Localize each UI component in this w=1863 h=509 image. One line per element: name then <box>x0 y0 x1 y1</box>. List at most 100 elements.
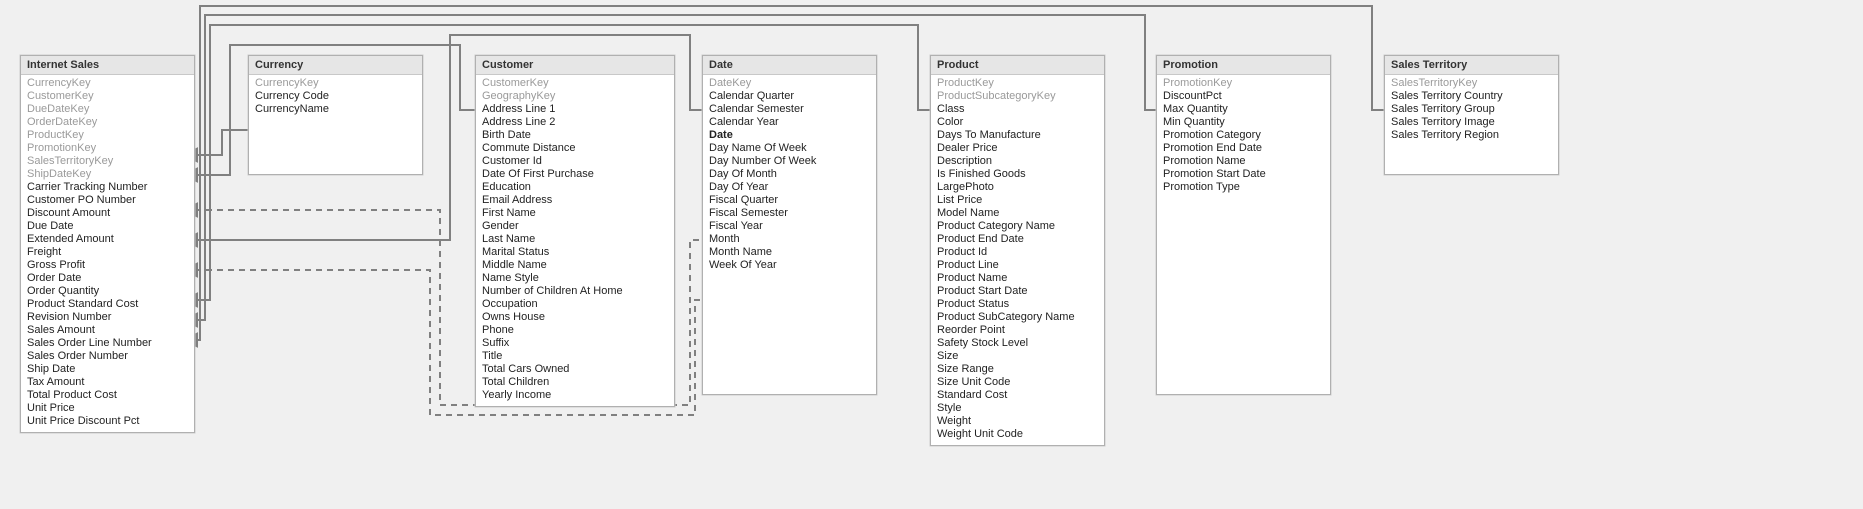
field[interactable]: Middle Name <box>482 259 668 272</box>
field[interactable]: Fiscal Quarter <box>709 194 870 207</box>
field[interactable]: Product End Date <box>937 233 1098 246</box>
field[interactable]: Birth Date <box>482 129 668 142</box>
field[interactable]: Sales Amount <box>27 324 188 337</box>
table-header[interactable]: Sales Territory <box>1385 56 1558 75</box>
field[interactable]: LargePhoto <box>937 181 1098 194</box>
field[interactable]: Total Cars Owned <box>482 363 668 376</box>
field[interactable]: Unit Price <box>27 402 188 415</box>
field[interactable]: Weight <box>937 415 1098 428</box>
field[interactable]: OrderDateKey <box>27 116 188 129</box>
field[interactable]: Carrier Tracking Number <box>27 181 188 194</box>
field[interactable]: Promotion Name <box>1163 155 1324 168</box>
field[interactable]: Suffix <box>482 337 668 350</box>
field[interactable]: Model Name <box>937 207 1098 220</box>
field[interactable]: Marital Status <box>482 246 668 259</box>
field[interactable]: Customer Id <box>482 155 668 168</box>
field[interactable]: Revision Number <box>27 311 188 324</box>
table-product[interactable]: ProductProductKeyProductSubcategoryKeyCl… <box>930 55 1105 446</box>
field[interactable]: Reorder Point <box>937 324 1098 337</box>
field[interactable]: Promotion Start Date <box>1163 168 1324 181</box>
field[interactable]: Product Category Name <box>937 220 1098 233</box>
field[interactable]: First Name <box>482 207 668 220</box>
field[interactable]: Fiscal Year <box>709 220 870 233</box>
field[interactable]: Size Unit Code <box>937 376 1098 389</box>
field[interactable]: DiscountPct <box>1163 90 1324 103</box>
field[interactable]: Currency Code <box>255 90 416 103</box>
field[interactable]: DateKey <box>709 77 870 90</box>
field[interactable]: Ship Date <box>27 363 188 376</box>
field[interactable]: Last Name <box>482 233 668 246</box>
field[interactable]: List Price <box>937 194 1098 207</box>
field[interactable]: SalesTerritoryKey <box>27 155 188 168</box>
field[interactable]: Address Line 2 <box>482 116 668 129</box>
field[interactable]: ProductKey <box>27 129 188 142</box>
field[interactable]: Product Name <box>937 272 1098 285</box>
table-promotion[interactable]: PromotionPromotionKeyDiscountPctMax Quan… <box>1156 55 1331 395</box>
field[interactable]: Size <box>937 350 1098 363</box>
field[interactable]: Day Of Month <box>709 168 870 181</box>
field[interactable]: Description <box>937 155 1098 168</box>
field[interactable]: Safety Stock Level <box>937 337 1098 350</box>
field[interactable]: Address Line 1 <box>482 103 668 116</box>
field[interactable]: Customer PO Number <box>27 194 188 207</box>
field[interactable]: Calendar Semester <box>709 103 870 116</box>
field[interactable]: PromotionKey <box>1163 77 1324 90</box>
field[interactable]: Date Of First Purchase <box>482 168 668 181</box>
field[interactable]: Email Address <box>482 194 668 207</box>
field[interactable]: Date <box>709 129 870 142</box>
table-internet_sales[interactable]: Internet SalesCurrencyKeyCustomerKeyDueD… <box>20 55 195 433</box>
field[interactable]: Day Number Of Week <box>709 155 870 168</box>
field[interactable]: Promotion Type <box>1163 181 1324 194</box>
field[interactable]: PromotionKey <box>27 142 188 155</box>
field[interactable]: Number of Children At Home <box>482 285 668 298</box>
field[interactable]: Phone <box>482 324 668 337</box>
field[interactable]: Commute Distance <box>482 142 668 155</box>
field[interactable]: Order Date <box>27 272 188 285</box>
field[interactable]: ShipDateKey <box>27 168 188 181</box>
field[interactable]: Fiscal Semester <box>709 207 870 220</box>
field[interactable]: DueDateKey <box>27 103 188 116</box>
field[interactable]: Day Of Year <box>709 181 870 194</box>
field[interactable]: Sales Territory Group <box>1391 103 1552 116</box>
table-header[interactable]: Internet Sales <box>21 56 194 75</box>
table-customer[interactable]: CustomerCustomerKeyGeographyKeyAddress L… <box>475 55 675 407</box>
field[interactable]: Sales Order Line Number <box>27 337 188 350</box>
field[interactable]: Order Quantity <box>27 285 188 298</box>
field[interactable]: CurrencyName <box>255 103 416 116</box>
table-date[interactable]: Date DateKeyCalendar QuarterCalendar Seme… <box>702 55 877 395</box>
field[interactable]: Yearly Income <box>482 389 668 402</box>
field[interactable]: Discount Amount <box>27 207 188 220</box>
field[interactable]: Month Name <box>709 246 870 259</box>
field[interactable]: Style <box>937 402 1098 415</box>
field[interactable]: Product Id <box>937 246 1098 259</box>
field[interactable]: Sales Territory Country <box>1391 90 1552 103</box>
field[interactable]: Sales Territory Image <box>1391 116 1552 129</box>
field[interactable]: GeographyKey <box>482 90 668 103</box>
field[interactable]: Sales Order Number <box>27 350 188 363</box>
table-header[interactable]: Currency <box>249 56 422 75</box>
table-header[interactable]: Date <box>703 56 876 75</box>
field[interactable]: Total Product Cost <box>27 389 188 402</box>
field[interactable]: Max Quantity <box>1163 103 1324 116</box>
field[interactable]: Unit Price Discount Pct <box>27 415 188 428</box>
field[interactable]: Education <box>482 181 668 194</box>
field[interactable]: Weight Unit Code <box>937 428 1098 441</box>
field[interactable]: Product Standard Cost <box>27 298 188 311</box>
table-sales_territory[interactable]: Sales TerritorySalesTerritoryKeySales Te… <box>1384 55 1559 175</box>
field[interactable]: SalesTerritoryKey <box>1391 77 1552 90</box>
field[interactable]: ProductKey <box>937 77 1098 90</box>
field[interactable]: CustomerKey <box>27 90 188 103</box>
field[interactable]: CurrencyKey <box>255 77 416 90</box>
field[interactable]: Gender <box>482 220 668 233</box>
table-header[interactable]: Customer <box>476 56 674 75</box>
field[interactable]: Calendar Quarter <box>709 90 870 103</box>
field[interactable]: Product Status <box>937 298 1098 311</box>
table-header[interactable]: Product <box>931 56 1104 75</box>
field[interactable]: Tax Amount <box>27 376 188 389</box>
field[interactable]: Freight <box>27 246 188 259</box>
field[interactable]: Title <box>482 350 668 363</box>
field[interactable]: Month <box>709 233 870 246</box>
field[interactable]: Sales Territory Region <box>1391 129 1552 142</box>
field[interactable]: Min Quantity <box>1163 116 1324 129</box>
field[interactable]: Size Range <box>937 363 1098 376</box>
